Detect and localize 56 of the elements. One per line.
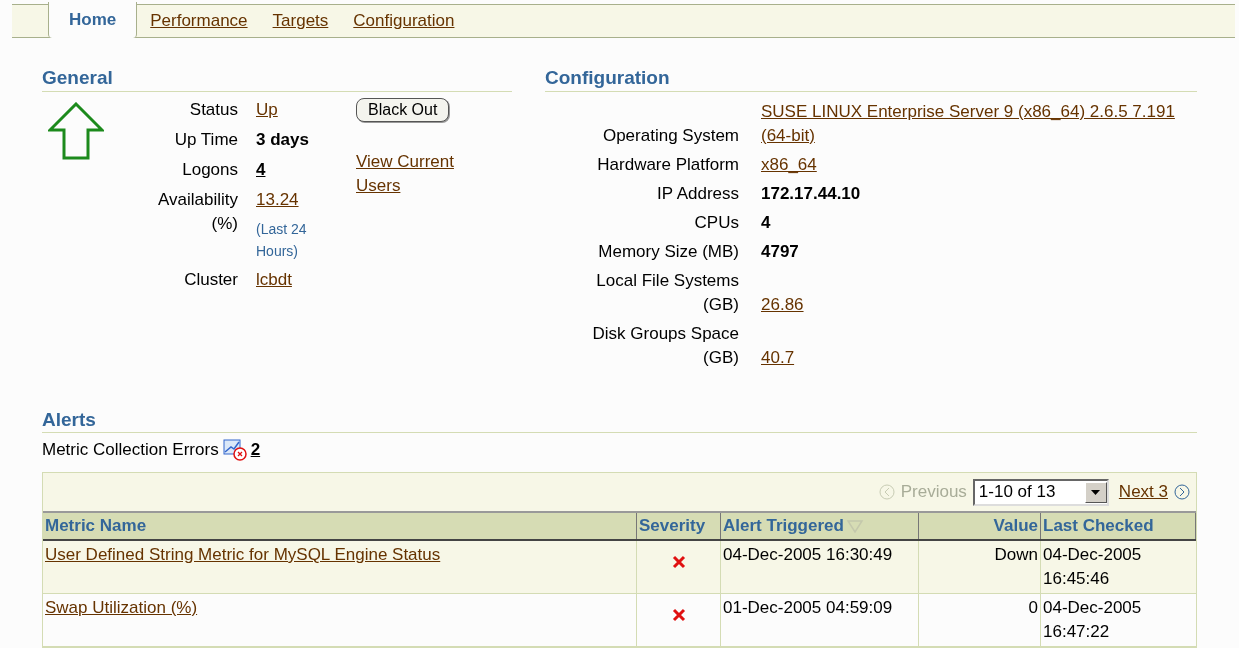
tab[interactable]: Targets [261, 4, 340, 37]
column-header[interactable]: Severity [637, 513, 721, 539]
field-link[interactable]: SUSE LINUX Enterprise Server 9 (x86_64) 2.6.5 7.191 (64-bit) [761, 100, 1191, 148]
field-label: Local File Systems (GB) [595, 270, 739, 316]
dropdown-icon [1084, 481, 1107, 503]
metric-errors-count-link[interactable]: 2 [250, 438, 261, 462]
previous-icon [878, 484, 895, 500]
field-label: Memory Size (MB) [597, 241, 739, 263]
metric-name-link[interactable]: User Defined String Metric for MySQL Engine Status [45, 545, 441, 564]
view-users-link[interactable]: View Current Users [356, 150, 476, 198]
field-value: 4 [761, 212, 771, 234]
field-value: 172.17.44.10 [761, 183, 861, 205]
table-cell: 0 [1028, 598, 1038, 617]
field-value: 4797 [761, 241, 799, 263]
chart-error-icon [222, 439, 247, 461]
section-title: General [42, 66, 512, 92]
table-cell: 01-Dec-2005 04:59:09 [723, 598, 893, 617]
field-link[interactable]: 13.24 [256, 188, 346, 212]
next-link[interactable]: Next 3 [1118, 479, 1168, 505]
table-cell-text: 04-Dec-2005 16:45:46 [1043, 544, 1143, 590]
table-cell: Down [994, 545, 1038, 564]
field-note: (Last 24 Hours) [256, 220, 308, 261]
field-label: Status [188, 99, 238, 121]
field-link[interactable]: 4 [256, 158, 346, 182]
next-icon[interactable] [1174, 484, 1190, 500]
field-label: Availability (%) [157, 189, 238, 235]
column-header[interactable]: Metric Name [43, 513, 637, 539]
field-label: Up Time [173, 129, 238, 151]
field-label: IP Address [656, 183, 739, 205]
previous-label: Previous [900, 481, 967, 504]
section-title: Alerts [42, 408, 1197, 433]
field-label: Operating System [601, 125, 739, 147]
table-cell: 04-Dec-2005 16:30:49 [723, 545, 893, 564]
field-link[interactable]: x86_64 [761, 153, 817, 177]
field-link[interactable]: lcbdt [256, 268, 346, 292]
column-header[interactable]: Last Checked [1041, 513, 1196, 539]
tab[interactable]: Home [48, 2, 138, 38]
range-select[interactable]: 1-10 of 13 [972, 478, 1109, 506]
field-label: Cluster [183, 269, 238, 291]
field-label: Disk Groups Space (GB) [591, 323, 739, 369]
metric-errors-label: Metric Collection Errors [42, 439, 219, 461]
field-link[interactable]: 40.7 [761, 346, 795, 370]
field-value: 3 days [256, 129, 310, 151]
metric-name-link[interactable]: Swap Utilization (%) [45, 598, 198, 617]
field-link[interactable]: Up [256, 98, 346, 122]
section-title: Configuration [545, 66, 1197, 92]
tab[interactable]: Performance [139, 4, 259, 37]
tab[interactable]: Configuration [342, 4, 466, 37]
field-label: Hardware Platform [596, 154, 739, 176]
field-label: CPUs [693, 212, 739, 234]
blackout-button[interactable]: Black Out [356, 98, 450, 122]
column-header[interactable]: Value [919, 513, 1041, 539]
field-link[interactable]: 26.86 [761, 293, 804, 317]
table-cell-text: 04-Dec-2005 16:47:22 [1043, 597, 1143, 643]
column-header[interactable]: Alert Triggered [721, 513, 919, 539]
field-label: Logons [181, 159, 238, 181]
